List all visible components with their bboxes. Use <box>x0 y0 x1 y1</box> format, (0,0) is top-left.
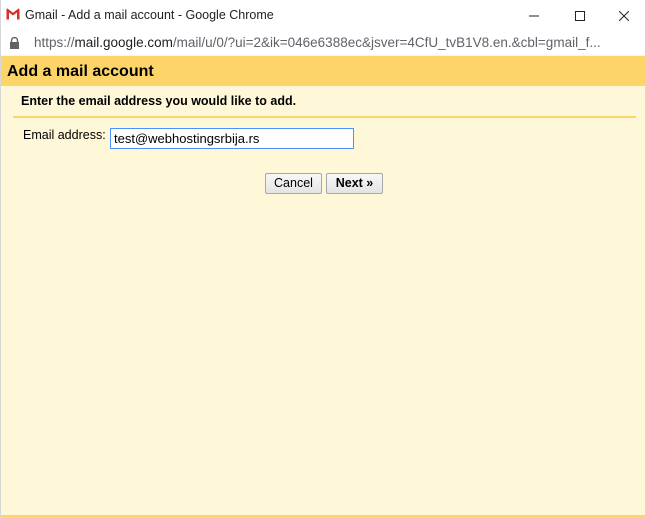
close-button[interactable] <box>601 0 645 31</box>
dialog-header: Add a mail account <box>1 56 645 86</box>
url-host: mail.google.com <box>74 35 173 50</box>
maximize-icon <box>575 10 585 21</box>
url-path: /mail/u/0/?ui=2&ik=046e6388ec&jsver=4CfU… <box>172 35 601 50</box>
dialog-title: Add a mail account <box>7 63 154 80</box>
divider <box>13 116 636 118</box>
title-bar[interactable]: Gmail - Add a mail account - Google Chro… <box>1 0 645 31</box>
close-icon <box>619 10 629 21</box>
email-label: Email address: <box>23 128 106 142</box>
popup-window: Gmail - Add a mail account - Google Chro… <box>0 0 646 518</box>
url-text[interactable]: https://mail.google.com/mail/u/0/?ui=2&i… <box>34 35 634 50</box>
next-button[interactable]: Next » <box>326 173 383 194</box>
minimize-button[interactable] <box>511 0 557 31</box>
instruction-text: Enter the email address you would like t… <box>21 94 297 108</box>
window-title: Gmail - Add a mail account - Google Chro… <box>25 8 274 22</box>
address-bar[interactable]: https://mail.google.com/mail/u/0/?ui=2&i… <box>1 31 645 55</box>
maximize-button[interactable] <box>557 0 603 31</box>
email-field[interactable] <box>110 128 354 149</box>
minimize-icon <box>529 15 539 16</box>
cancel-button[interactable]: Cancel <box>265 173 322 194</box>
gmail-icon <box>6 8 20 20</box>
lock-icon[interactable] <box>9 37 20 49</box>
url-scheme: https:// <box>34 35 75 50</box>
